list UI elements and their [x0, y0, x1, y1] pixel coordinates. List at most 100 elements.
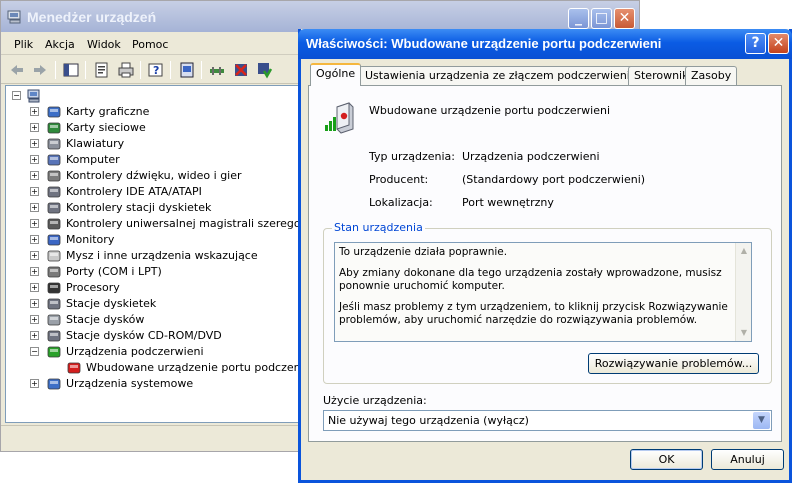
tab-resources[interactable]: Zasoby [685, 66, 738, 85]
device-tree[interactable]: − + Karty graficzne + Karty sieciowe + Klawia… [5, 85, 299, 423]
device-type-label: Typ urządzenia: [369, 150, 456, 163]
print-icon[interactable] [117, 61, 135, 79]
cancel-button[interactable]: Anuluj [711, 449, 784, 470]
tree-category-node[interactable]: + Stacje dyskietek [6, 296, 298, 312]
scroll-down-icon[interactable]: ▼ [736, 325, 751, 341]
tree-node-label: Urządzenia podczerwieni [66, 345, 204, 358]
forward-icon[interactable] [31, 61, 49, 79]
tree-node-label: Karty sieciowe [66, 121, 146, 134]
tab-irda-settings[interactable]: Ustawienia urządzenia ze złączem podczer… [359, 66, 672, 85]
collapse-icon[interactable]: − [12, 91, 21, 100]
expand-icon[interactable]: + [30, 107, 39, 116]
processor-icon [47, 282, 61, 294]
troubleshoot-button[interactable]: Rozwiązywanie problemów... [588, 353, 759, 374]
tree-category-node[interactable]: + Karty graficzne [6, 104, 298, 120]
update-driver-icon[interactable] [178, 61, 196, 79]
status-scrollbar[interactable]: ▲ ▼ [735, 243, 751, 341]
usb-icon [47, 218, 61, 230]
dialog-help-button[interactable]: ? [745, 33, 766, 54]
tree-category-node[interactable]: + Monitory [6, 232, 298, 248]
status-line: Jeśli masz problemy z tym urządzeniem, t… [339, 301, 728, 326]
infrared-device-icon [67, 362, 81, 374]
expand-icon[interactable]: + [30, 155, 39, 164]
device-status-textbox[interactable]: To urządzenie działa poprawnie. Aby zmia… [334, 242, 752, 342]
tree-category-node[interactable]: + Kontrolery IDE ATA/ATAPI [6, 184, 298, 200]
dialog-titlebar[interactable]: Właściwości: Wbudowane urządzenie portu … [298, 29, 792, 59]
tab-general[interactable]: Ogólne [310, 63, 362, 86]
tree-category-node[interactable]: + Porty (COM i LPT) [6, 264, 298, 280]
back-icon[interactable] [8, 61, 26, 79]
scan-hardware-icon[interactable] [208, 61, 226, 79]
tree-category-node[interactable]: + Kontrolery dźwięku, wideo i gier [6, 168, 298, 184]
device-name: Wbudowane urządzenie portu podczerwieni [369, 104, 611, 117]
tree-node-label: Komputer [66, 153, 120, 166]
disable-icon[interactable] [255, 61, 273, 79]
expand-icon[interactable]: + [30, 267, 39, 276]
maximize-icon: □ [594, 10, 609, 26]
tree-root[interactable]: − [8, 88, 68, 104]
tree-category-node[interactable]: − Urządzenia podczerwieni [6, 344, 298, 360]
collapse-icon[interactable]: − [30, 347, 39, 356]
toolbar-separator [85, 61, 86, 79]
tree-node-label: Stacje dysków [66, 313, 145, 326]
tree-node-label: Karty graficzne [66, 105, 150, 118]
ok-button[interactable]: OK [630, 449, 703, 470]
device-manager-titlebar[interactable]: Menedżer urządzeń _ □ ✕ [1, 1, 639, 32]
expand-icon[interactable]: + [30, 379, 39, 388]
close-button[interactable]: ✕ [614, 8, 635, 29]
expand-icon[interactable]: + [30, 299, 39, 308]
tree-category-node[interactable]: + Karty sieciowe [6, 120, 298, 136]
menu-help[interactable]: Pomoc [132, 38, 168, 51]
expand-icon[interactable]: + [30, 283, 39, 292]
device-usage-value: Nie używaj tego urządzenia (wyłącz) [328, 414, 529, 427]
device-manager-title: Menedżer urządzeń [27, 9, 157, 25]
toolbar-separator [140, 61, 141, 79]
menu-action[interactable]: Akcja [45, 38, 75, 51]
mouse-icon [47, 250, 61, 262]
device-manager-icon [7, 10, 21, 24]
expand-icon[interactable]: + [30, 235, 39, 244]
menu-file[interactable]: Plik [14, 38, 33, 51]
device-usage-select[interactable]: Nie używaj tego urządzenia (wyłącz) ▼ [323, 410, 772, 431]
expand-icon[interactable]: + [30, 251, 39, 260]
chevron-down-icon[interactable]: ▼ [753, 412, 770, 429]
expand-icon[interactable]: + [30, 139, 39, 148]
expand-icon[interactable]: + [30, 123, 39, 132]
tree-category-node[interactable]: + Stacje dysków [6, 312, 298, 328]
tree-category-node[interactable]: + Urządzenia systemowe [6, 376, 298, 392]
toolbar-separator [170, 61, 171, 79]
tree-category-node[interactable]: + Komputer [6, 152, 298, 168]
expand-icon[interactable]: + [30, 331, 39, 340]
expand-icon[interactable]: + [30, 219, 39, 228]
tree-node-label: Stacje dysków CD-ROM/DVD [66, 329, 222, 342]
minimize-button[interactable]: _ [568, 8, 589, 29]
tree-category-node[interactable]: + Mysz i inne urządzenia wskazujące [6, 248, 298, 264]
maximize-button[interactable]: □ [591, 8, 612, 29]
keyboard-icon [47, 138, 61, 150]
expand-icon[interactable]: + [30, 203, 39, 212]
uninstall-icon[interactable] [232, 61, 250, 79]
help-icon[interactable]: ? [147, 61, 165, 79]
tree-node-label: Klawiatury [66, 137, 125, 150]
tree-category-node[interactable]: + Kontrolery uniwersalnej magistrali szer… [6, 216, 298, 232]
menu-view[interactable]: Widok [87, 38, 121, 51]
tree-category-node[interactable]: + Klawiatury [6, 136, 298, 152]
tree-device-node[interactable]: Wbudowane urządzenie portu podczerwieni [6, 360, 298, 376]
sound-icon [47, 170, 61, 182]
port-icon [47, 266, 61, 278]
properties-dialog: Właściwości: Wbudowane urządzenie portu … [298, 29, 792, 483]
dialog-close-button[interactable]: ✕ [768, 33, 789, 54]
tree-node-label: Urządzenia systemowe [66, 377, 194, 390]
expand-icon[interactable]: + [30, 315, 39, 324]
network-adapter-icon [47, 122, 61, 134]
tree-view-icon[interactable] [62, 61, 80, 79]
tree-category-node[interactable]: + Kontrolery stacji dyskietek [6, 200, 298, 216]
device-status-group: Stan urządzenia To urządzenie działa pop… [323, 221, 772, 384]
tree-category-node[interactable]: + Procesory [6, 280, 298, 296]
expand-icon[interactable]: + [30, 171, 39, 180]
manufacturer-label: Producent: [369, 173, 429, 186]
expand-icon[interactable]: + [30, 187, 39, 196]
scroll-up-icon[interactable]: ▲ [736, 243, 751, 259]
properties-icon[interactable] [93, 61, 111, 79]
tree-category-node[interactable]: + Stacje dysków CD-ROM/DVD [6, 328, 298, 344]
